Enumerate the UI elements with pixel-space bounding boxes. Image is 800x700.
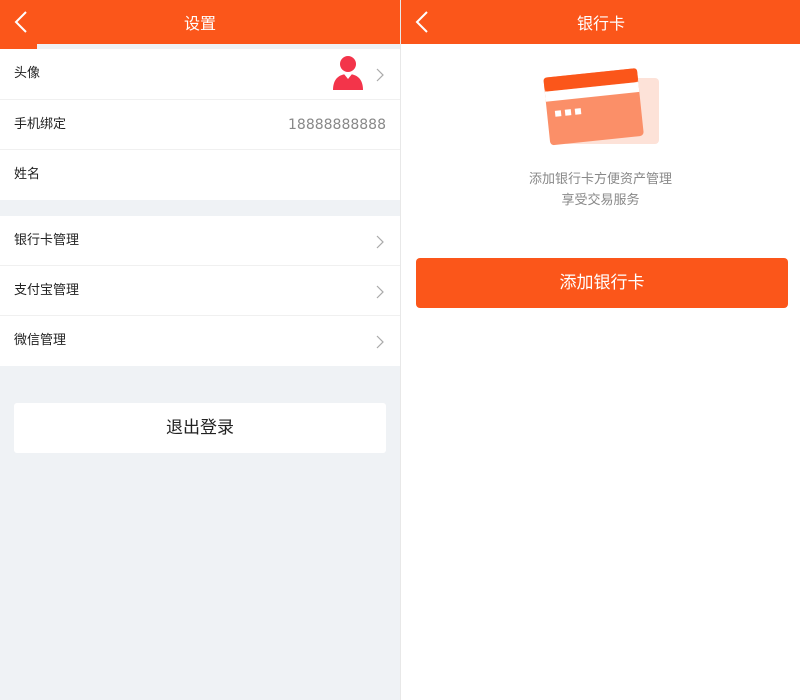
alipay-management-label: 支付宝管理 xyxy=(14,283,80,298)
bank-card-management-label: 银行卡管理 xyxy=(14,233,80,248)
avatar-label: 头像 xyxy=(14,66,41,81)
add-bank-card-button[interactable]: 添加银行卡 xyxy=(416,258,788,308)
logout-button[interactable]: 退出登录 xyxy=(14,403,386,453)
settings-header: 设置 xyxy=(0,0,400,44)
bank-card-management-row[interactable]: 银行卡管理 xyxy=(0,216,400,266)
empty-hint-line2: 享受交易服务 xyxy=(561,193,640,208)
name-label: 姓名 xyxy=(14,167,41,182)
bank-card-icon xyxy=(543,68,659,146)
page-title: 设置 xyxy=(183,14,216,33)
page-title: 银行卡 xyxy=(576,14,625,33)
bank-card-screen: 银行卡 添加银行卡方便资产管理 享受交易服务 添加银行卡 xyxy=(400,0,800,700)
wechat-management-label: 微信管理 xyxy=(14,333,67,348)
phone-label: 手机绑定 xyxy=(14,117,67,132)
settings-screen: 设置 头像 手机绑定 18888888888 姓名 银行卡管理 支付宝管理 微信… xyxy=(0,0,400,700)
chevron-right-icon xyxy=(376,68,384,82)
chevron-right-icon xyxy=(376,335,384,349)
account-group: 银行卡管理 支付宝管理 微信管理 xyxy=(0,216,400,366)
chevron-right-icon xyxy=(376,285,384,299)
chevron-right-icon xyxy=(376,235,384,249)
phone-row[interactable]: 手机绑定 18888888888 xyxy=(0,100,400,150)
bank-card-header: 银行卡 xyxy=(401,0,800,44)
phone-value: 18888888888 xyxy=(288,117,386,133)
avatar-icon xyxy=(333,56,363,90)
avatar-row[interactable]: 头像 xyxy=(0,49,400,100)
profile-group: 头像 手机绑定 18888888888 姓名 xyxy=(0,49,400,200)
empty-hint-line1: 添加银行卡方便资产管理 xyxy=(528,172,672,187)
wechat-management-row[interactable]: 微信管理 xyxy=(0,316,400,366)
name-row[interactable]: 姓名 xyxy=(0,150,400,200)
alipay-management-row[interactable]: 支付宝管理 xyxy=(0,266,400,316)
